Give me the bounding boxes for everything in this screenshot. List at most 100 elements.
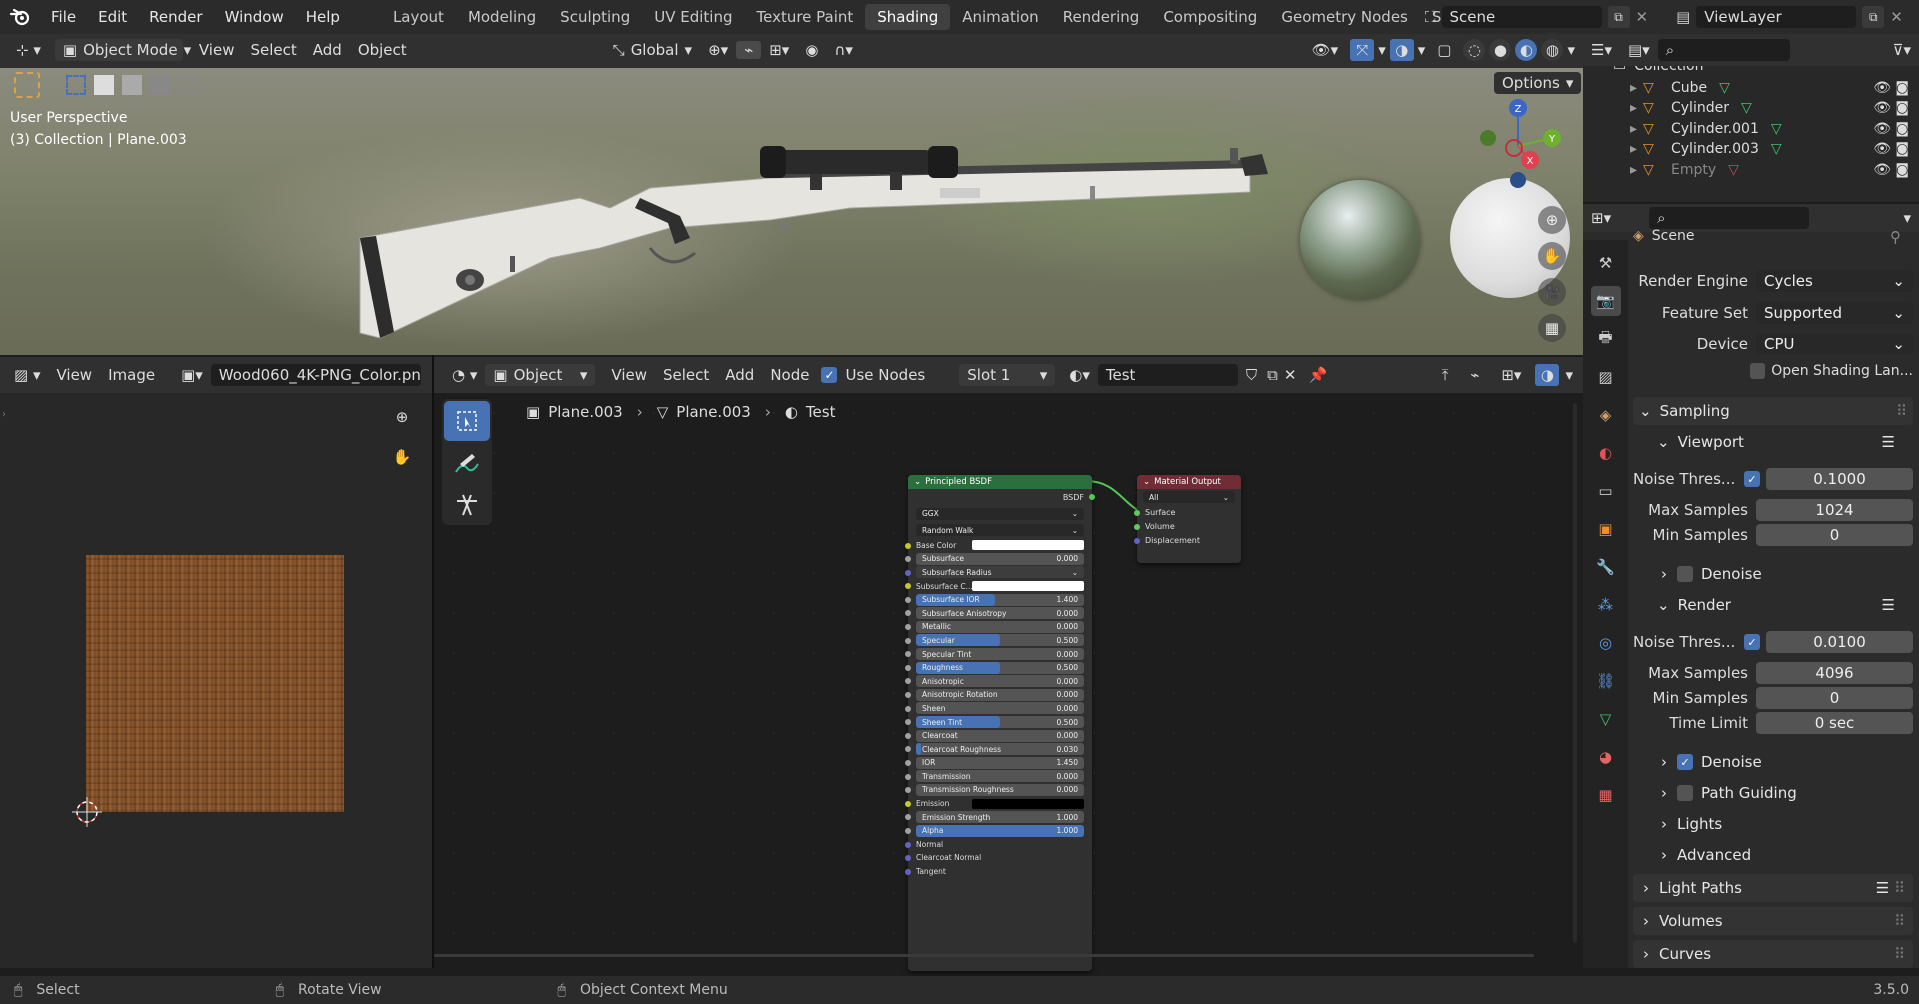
vertical-scrollbar[interactable] [1573,403,1577,943]
image-menu-image[interactable]: Image [100,366,163,384]
subpanel-vp-denoise[interactable]: › Denoise [1633,560,1913,588]
visibility-eye-icon[interactable]: 👁 ◙ [1873,80,1919,96]
expand-arrow-icon[interactable]: ▸ [1583,141,1643,157]
expand-arrow-icon[interactable]: ▸ [1583,80,1643,96]
input-socket[interactable] [905,583,911,590]
path-guiding-checkbox[interactable] [1677,785,1693,801]
camera-view-icon[interactable]: 🎥 [1538,278,1566,306]
input-socket[interactable] [905,678,911,685]
input-socket[interactable] [905,624,911,631]
select-subtract-icon[interactable] [122,75,142,95]
shading-wireframe-icon[interactable]: ◌ [1463,39,1486,61]
input-socket[interactable] [905,814,911,821]
data-tab-icon[interactable]: ▽ [1591,704,1621,734]
input-socket[interactable] [905,719,911,726]
surface-socket[interactable] [1134,509,1140,516]
input-socket[interactable] [905,637,911,644]
horizontal-scrollbar[interactable] [434,954,1583,958]
outliner-item[interactable]: ▸ ▽ Cylinder.001 ▽ 👁 ◙ [1583,119,1919,139]
tab-geometry-nodes[interactable]: Geometry Nodes [1269,4,1420,30]
material-name-field[interactable]: Test [1097,364,1238,386]
pin-icon[interactable]: ⚲ [1890,228,1901,246]
menu-file[interactable]: File [40,8,87,26]
zoom-icon[interactable]: ⊕ [1538,206,1566,234]
open-shading-language-checkbox[interactable] [1750,363,1766,379]
value-slider[interactable]: Specular 0.500 [916,634,1084,647]
filter-icon[interactable]: ⊽▾ [1884,41,1919,59]
value-slider[interactable]: Roughness 0.500 [916,661,1084,674]
node-menu-node[interactable]: Node [762,366,817,384]
shading-solid-icon[interactable]: ● [1489,39,1512,61]
r-min-samples-field[interactable]: 0 [1756,687,1913,709]
render-denoise-checkbox[interactable]: ✓ [1677,754,1693,770]
input-socket[interactable] [905,651,911,658]
viewport-menu-add[interactable]: Add [305,41,350,59]
displacement-socket[interactable] [1134,537,1140,544]
menu-help[interactable]: Help [295,8,351,26]
tab-uv-editing[interactable]: UV Editing [642,4,744,30]
subpanel-advanced[interactable]: › Advanced [1633,841,1913,869]
outliner-search-input[interactable]: ⌕ [1657,39,1790,61]
unlink-material-icon[interactable]: ✕ [1280,366,1301,384]
vp-max-samples-field[interactable]: 1024 [1756,499,1913,521]
tab-layout[interactable]: Layout [381,4,456,30]
vp-denoise-checkbox[interactable] [1677,566,1693,582]
mode-dropdown[interactable]: ▣ Object Mode ▾ [54,39,191,61]
node-snap-icon[interactable]: ⌁ [1462,366,1487,384]
scene-icon[interactable]: ⛶ [1425,8,1436,26]
snap-target-icon[interactable]: ⊞▾ [761,41,797,59]
select-new-icon[interactable] [66,75,86,95]
collection-tab-icon[interactable]: ▭ [1591,476,1621,506]
overlay-icon[interactable]: ◑ [1389,39,1414,61]
panel-curves[interactable]: › Curves ⠿ [1633,940,1913,968]
new-scene-icon[interactable]: ⧉ [1607,6,1630,28]
value-slider[interactable]: Anisotropic 0.000 [916,675,1084,688]
node-editor-canvas[interactable]: ▣ Plane.003 › ▽ Plane.003 › ◐ Test ⌄ Prin… [434,393,1583,971]
input-socket[interactable] [905,569,911,576]
material-browse-icon[interactable]: ◐▾ [1061,364,1098,386]
shading-dropdown-icon[interactable]: ▾ [1567,41,1575,59]
texture-tab-icon[interactable]: ▦ [1591,780,1621,810]
expand-arrow-icon[interactable]: ▸ [1583,100,1643,116]
outliner-item[interactable]: ▸ ▽ Cylinder ▽ 👁 ◙ [1583,98,1919,118]
input-socket[interactable] [905,596,911,603]
duplicate-material-icon[interactable]: ⧉ [1265,366,1280,384]
select-extend-icon[interactable] [94,75,114,95]
editor-type-icon[interactable]: ⊹ ▾ [8,39,49,61]
image-pan-hand-icon[interactable]: ✋ [388,443,416,471]
tool-tab-icon[interactable]: ⚒ [1591,248,1621,278]
view-layer-tab-icon[interactable]: ▨ [1591,362,1621,392]
display-mode-icon[interactable]: ▤▾ [1620,41,1658,59]
outliner-collection-row[interactable]: ▭ Collection [1613,66,1703,74]
material-output-node[interactable]: ⌄ Material Output All ⌄ Surface Volume Dis… [1134,475,1241,563]
expand-arrow-icon[interactable]: ▸ [1583,162,1643,178]
input-socket[interactable] [905,827,911,834]
perspective-toggle-icon[interactable]: ▦ [1538,314,1566,342]
subpanel-path-guiding[interactable]: › Path Guiding [1633,779,1913,807]
transform-orientation-dropdown[interactable]: ⤡ Global ▾ [605,39,700,61]
object-tab-icon[interactable]: ▣ [1591,514,1621,544]
value-slider[interactable]: Sheen Tint 0.500 [916,716,1084,729]
properties-options-icon[interactable]: ▾ [1895,209,1919,227]
viewport-menu-select[interactable]: Select [242,41,304,59]
feature-set-dropdown[interactable]: Supported ⌄ [1756,302,1913,324]
input-socket[interactable] [905,692,911,699]
viewport-menu-view[interactable]: View [191,41,243,59]
gizmo-dropdown-icon[interactable]: ▾ [1378,41,1386,59]
falloff-icon[interactable]: ∩▾ [826,41,861,59]
breadcrumb-object[interactable]: Plane.003 [548,403,623,421]
value-slider[interactable]: Sheen 0.000 [916,702,1084,715]
input-socket[interactable] [905,855,911,862]
properties-search-input[interactable]: ⌕ [1649,207,1810,229]
image-editor-canvas[interactable]: ⊕ ✋ › [0,393,432,968]
subpanel-render-denoise[interactable]: › ✓ Denoise [1633,748,1913,776]
value-slider[interactable]: Clearcoat 0.000 [916,729,1084,742]
node-overlay-icon[interactable]: ◑ [1535,364,1560,386]
outliner-item[interactable]: ▸ ▽ Cylinder.003 ▽ 👁 ◙ [1583,139,1919,159]
xray-icon[interactable]: ▢ [1429,41,1459,59]
outliner-editor-type-icon[interactable]: ☰▾ [1583,41,1620,59]
visibility-eye-icon[interactable]: 👁 ◙ [1873,121,1919,137]
device-dropdown[interactable]: CPU ⌄ [1756,333,1913,355]
tab-compositing[interactable]: Compositing [1151,4,1269,30]
subpanel-lights[interactable]: › Lights [1633,810,1913,838]
